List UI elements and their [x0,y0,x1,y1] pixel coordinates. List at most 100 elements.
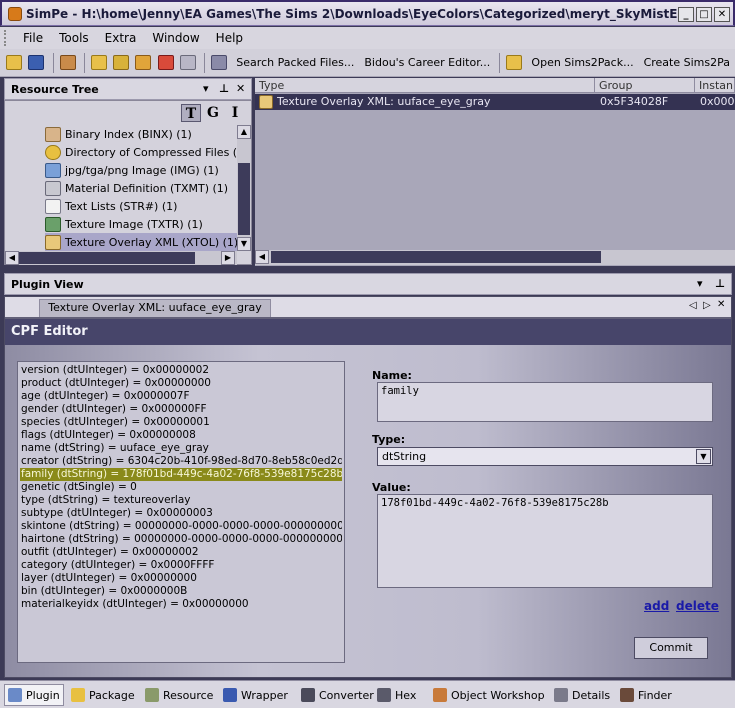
tgi-instance-toggle[interactable]: I [225,104,245,122]
property-list-item[interactable]: skintone (dtString) = 00000000-0000-0000… [20,520,342,533]
scroll-left-icon[interactable]: ◀ [5,251,19,265]
name-label: Name: [372,369,412,382]
property-list-item[interactable]: bin (dtUInteger) = 0x0000000B [20,585,342,598]
value-field[interactable]: 178f01bd-449c-4a02-76f8-539e8175c28b [377,494,713,588]
delete-link[interactable]: delete [676,599,719,613]
tree-item-xtol[interactable]: Texture Overlay XML (XTOL) (1) [45,233,237,251]
menu-tools[interactable]: Tools [51,31,97,45]
window-title: SimPe - H:\home\Jenny\EA Games\The Sims … [26,6,686,21]
users-button[interactable] [57,52,77,74]
close-panel-icon[interactable]: ✕ [236,82,245,95]
name-field[interactable]: family [377,382,713,422]
chevron-down-icon[interactable]: ▼ [696,449,711,464]
plugin-view-header: Plugin View ▾ ⊥ [4,273,732,295]
minimize-button[interactable]: _ [678,7,694,22]
dock-tab-hex[interactable]: Hex [374,684,419,706]
menu-window[interactable]: Window [144,31,207,45]
property-list-item[interactable]: subtype (dtUInteger) = 0x00000003 [20,507,342,520]
tab-close-icon[interactable]: ✕ [717,299,725,310]
property-list-item[interactable]: product (dtUInteger) = 0x00000000 [20,377,342,390]
property-list-item[interactable]: family (dtString) = 178f01bd-449c-4a02-7… [20,468,342,481]
tree-item-binx[interactable]: Binary Index (BINX) (1) [45,125,192,143]
tree-item-txtr[interactable]: Texture Image (TXTR) (1) [45,215,203,233]
menu-file[interactable]: File [15,31,51,45]
type-select[interactable]: dtString ▼ [377,447,713,466]
property-list-item[interactable]: category (dtUInteger) = 0x0000FFFF [20,559,342,572]
search-packed-button[interactable] [209,52,229,74]
tgi-type-toggle[interactable]: T [181,104,201,122]
property-list-item[interactable]: species (dtUInteger) = 0x00000001 [20,416,342,429]
lock-button[interactable] [111,52,131,74]
edit-button[interactable] [178,52,198,74]
property-list[interactable]: version (dtUInteger) = 0x00000002 product… [17,361,345,663]
export-button[interactable] [133,52,153,74]
tgi-group-toggle[interactable]: G [203,104,223,122]
dock-tab-finder[interactable]: Finder [617,684,675,706]
tree-horizontal-scrollbar[interactable]: ◀ ▶ [5,251,237,265]
maximize-button[interactable]: □ [696,7,712,22]
tree-item-txmt[interactable]: Material Definition (TXMT) (1) [45,179,228,197]
dock-tab-resource[interactable]: Resource [142,684,216,706]
dock-tab-object-workshop[interactable]: Object Workshop [430,684,548,706]
property-list-item[interactable]: materialkeyidx (dtUInteger) = 0x00000000 [20,598,342,611]
close-window-button[interactable]: ✕ [714,7,730,22]
dropdown-icon[interactable]: ▾ [203,82,209,95]
save-button[interactable] [26,52,46,74]
dock-tab-wrapper[interactable]: Wrapper [220,684,291,706]
title-bar: SimPe - H:\home\Jenny\EA Games\The Sims … [0,0,735,26]
scroll-left-icon[interactable]: ◀ [255,250,269,264]
tab-prev-icon[interactable]: ◁ [689,300,697,311]
document-tab[interactable]: Texture Overlay XML: uuface_eye_gray [39,299,271,317]
dock-tab-plugin[interactable]: Plugin [4,684,64,706]
dock-tab-converter[interactable]: Converter [298,684,377,706]
scroll-down-icon[interactable]: ▼ [237,237,251,251]
edit-icon [179,55,196,70]
property-list-item[interactable]: name (dtString) = uuface_eye_gray [20,442,342,455]
menu-extra[interactable]: Extra [97,31,145,45]
scroll-thumb[interactable] [238,163,250,235]
property-list-item[interactable]: outfit (dtUInteger) = 0x00000002 [20,546,342,559]
dock-tab-details[interactable]: Details [551,684,613,706]
new-folder-button[interactable] [89,52,109,74]
open-sims2pack-button[interactable]: Open Sims2Pack... [526,56,638,69]
dock-tab-package[interactable]: Package [68,684,138,706]
add-link[interactable]: add [644,599,669,613]
dock-tab-label: Converter [319,688,374,702]
pin-icon[interactable]: ⊥ [715,277,725,290]
search-packed-files-button[interactable]: Search Packed Files... [231,56,359,69]
tree-item-clst[interactable]: Directory of Compressed Files (CLS [45,143,237,161]
open-package-button[interactable] [4,52,24,74]
pin-icon[interactable]: ⊥ [219,82,229,95]
property-list-item[interactable]: type (dtString) = textureoverlay [20,494,342,507]
column-type[interactable]: Type [255,78,595,93]
column-instance[interactable]: Instan [695,78,735,93]
tab-next-icon[interactable]: ▷ [703,300,711,311]
tgi-toggle-bar: T G I [5,101,251,125]
tree-vertical-scrollbar[interactable]: ▲ ▼ [237,125,251,251]
dropdown-icon[interactable]: ▾ [697,277,703,290]
tree-item-img[interactable]: jpg/tga/png Image (IMG) (1) [45,161,219,179]
tree-item-str[interactable]: Text Lists (STR#) (1) [45,197,177,215]
property-list-item[interactable]: genetic (dtSingle) = 0 [20,481,342,494]
menu-help[interactable]: Help [208,31,251,45]
scroll-right-icon[interactable]: ▶ [221,251,235,265]
commit-button[interactable]: Commit [634,637,708,659]
property-list-item[interactable]: layer (dtUInteger) = 0x00000000 [20,572,342,585]
scroll-thumb[interactable] [19,252,195,264]
property-list-item[interactable]: creator (dtString) = 6304c20b-410f-98ed-… [20,455,342,468]
property-list-item[interactable]: version (dtUInteger) = 0x00000002 [20,364,342,377]
property-list-item[interactable]: gender (dtUInteger) = 0x000000FF [20,403,342,416]
career-editor-button[interactable]: Bidou's Career Editor... [359,56,495,69]
resource-list-row[interactable]: Texture Overlay XML: uuface_eye_gray 0x5… [255,94,735,110]
column-group[interactable]: Group [595,78,695,93]
create-sims2pack-button[interactable]: Create Sims2Pa [639,56,735,69]
property-list-item[interactable]: flags (dtUInteger) = 0x00000008 [20,429,342,442]
scroll-thumb[interactable] [271,251,601,263]
resource-list: Type Group Instan Texture Overlay XML: u… [255,78,735,266]
delete-button[interactable] [156,52,176,74]
property-list-item[interactable]: age (dtUInteger) = 0x0000007F [20,390,342,403]
scroll-up-icon[interactable]: ▲ [237,125,251,139]
property-list-item[interactable]: hairtone (dtString) = 00000000-0000-0000… [20,533,342,546]
list-horizontal-scrollbar[interactable]: ◀ [255,250,735,265]
sims2pack-icon-button[interactable] [504,52,524,74]
